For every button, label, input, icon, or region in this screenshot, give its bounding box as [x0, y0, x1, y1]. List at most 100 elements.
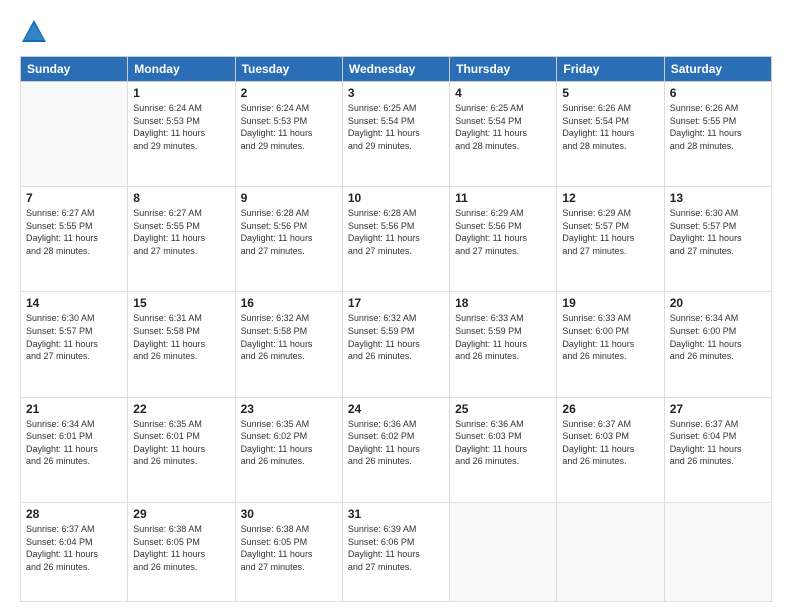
day-number: 10 [348, 191, 444, 205]
calendar-cell: 21 Sunrise: 6:34 AMSunset: 6:01 PMDayligh… [21, 397, 128, 502]
day-number: 3 [348, 86, 444, 100]
day-info: Sunrise: 6:30 AMSunset: 5:57 PMDaylight:… [26, 312, 122, 362]
day-number: 20 [670, 296, 766, 310]
day-number: 12 [562, 191, 658, 205]
calendar-cell: 7Sunrise: 6:27 AMSunset: 5:55 PMDaylight… [21, 187, 128, 292]
day-info: Sunrise: 6:33 AMSunset: 5:59 PMDaylight:… [455, 312, 551, 362]
weekday-header-thursday: Thursday [450, 57, 557, 82]
day-number: 5 [562, 86, 658, 100]
day-info: Sunrise: 6:33 AMSunset: 6:00 PMDaylight:… [562, 312, 658, 362]
day-number: 7 [26, 191, 122, 205]
day-info: Sunrise: 6:39 AMSunset: 6:06 PMDaylight:… [348, 523, 444, 573]
day-info: Sunrise: 6:24 AMSunset: 5:53 PMDaylight:… [133, 102, 229, 152]
calendar-cell: 2 Sunrise: 6:24 AMSunset: 5:53 PMDaylight… [235, 82, 342, 187]
day-info: Sunrise: 6:26 AMSunset: 5:54 PMDaylight:… [562, 102, 658, 152]
day-number: 14 [26, 296, 122, 310]
day-info: Sunrise: 6:37 AMSunset: 6:04 PMDaylight:… [670, 418, 766, 468]
calendar-cell: 14 Sunrise: 6:30 AMSunset: 5:57 PMDayligh… [21, 292, 128, 397]
day-info: Sunrise: 6:27 AMSunset: 5:55 PMDaylight:… [133, 207, 229, 257]
day-number: 29 [133, 507, 229, 521]
weekday-header-saturday: Saturday [664, 57, 771, 82]
day-number: 23 [241, 402, 337, 416]
day-info: Sunrise: 6:30 AMSunset: 5:57 PMDaylight:… [670, 207, 766, 257]
calendar-cell: 10 Sunrise: 6:28 AMSunset: 5:56 PMDayligh… [342, 187, 449, 292]
day-info: Sunrise: 6:35 AMSunset: 6:02 PMDaylight:… [241, 418, 337, 468]
weekday-header-monday: Monday [128, 57, 235, 82]
day-number: 31 [348, 507, 444, 521]
calendar-cell: 30 Sunrise: 6:38 AMSunset: 6:05 PMDayligh… [235, 502, 342, 601]
day-info: Sunrise: 6:26 AMSunset: 5:55 PMDaylight:… [670, 102, 766, 152]
day-number: 9 [241, 191, 337, 205]
calendar-cell: 19 Sunrise: 6:33 AMSunset: 6:00 PMDayligh… [557, 292, 664, 397]
day-info: Sunrise: 6:36 AMSunset: 6:02 PMDaylight:… [348, 418, 444, 468]
calendar-cell: 23 Sunrise: 6:35 AMSunset: 6:02 PMDayligh… [235, 397, 342, 502]
calendar-cell [557, 502, 664, 601]
day-number: 30 [241, 507, 337, 521]
calendar-cell [21, 82, 128, 187]
calendar-cell: 6 Sunrise: 6:26 AMSunset: 5:55 PMDaylight… [664, 82, 771, 187]
calendar-cell [450, 502, 557, 601]
day-number: 21 [26, 402, 122, 416]
day-info: Sunrise: 6:31 AMSunset: 5:58 PMDaylight:… [133, 312, 229, 362]
day-info: Sunrise: 6:29 AMSunset: 5:56 PMDaylight:… [455, 207, 551, 257]
day-info: Sunrise: 6:36 AMSunset: 6:03 PMDaylight:… [455, 418, 551, 468]
day-number: 17 [348, 296, 444, 310]
day-number: 2 [241, 86, 337, 100]
day-info: Sunrise: 6:29 AMSunset: 5:57 PMDaylight:… [562, 207, 658, 257]
calendar-cell: 31 Sunrise: 6:39 AMSunset: 6:06 PMDayligh… [342, 502, 449, 601]
calendar-cell: 29 Sunrise: 6:38 AMSunset: 6:05 PMDayligh… [128, 502, 235, 601]
day-info: Sunrise: 6:32 AMSunset: 5:58 PMDaylight:… [241, 312, 337, 362]
calendar-cell: 5 Sunrise: 6:26 AMSunset: 5:54 PMDaylight… [557, 82, 664, 187]
day-info: Sunrise: 6:38 AMSunset: 6:05 PMDaylight:… [133, 523, 229, 573]
day-info: Sunrise: 6:38 AMSunset: 6:05 PMDaylight:… [241, 523, 337, 573]
logo-icon [20, 18, 48, 46]
weekday-header-friday: Friday [557, 57, 664, 82]
day-number: 22 [133, 402, 229, 416]
day-number: 19 [562, 296, 658, 310]
calendar-cell: 28 Sunrise: 6:37 AMSunset: 6:04 PMDayligh… [21, 502, 128, 601]
weekday-header-tuesday: Tuesday [235, 57, 342, 82]
day-number: 25 [455, 402, 551, 416]
calendar-cell: 17 Sunrise: 6:32 AMSunset: 5:59 PMDayligh… [342, 292, 449, 397]
day-info: Sunrise: 6:34 AMSunset: 6:01 PMDaylight:… [26, 418, 122, 468]
calendar-cell: 8Sunrise: 6:27 AMSunset: 5:55 PMDaylight… [128, 187, 235, 292]
calendar-cell: 25 Sunrise: 6:36 AMSunset: 6:03 PMDayligh… [450, 397, 557, 502]
day-info: Sunrise: 6:32 AMSunset: 5:59 PMDaylight:… [348, 312, 444, 362]
calendar-cell: 26 Sunrise: 6:37 AMSunset: 6:03 PMDayligh… [557, 397, 664, 502]
calendar-cell: 4 Sunrise: 6:25 AMSunset: 5:54 PMDaylight… [450, 82, 557, 187]
calendar-cell: 20 Sunrise: 6:34 AMSunset: 6:00 PMDayligh… [664, 292, 771, 397]
day-number: 4 [455, 86, 551, 100]
header [20, 18, 772, 46]
calendar-cell: 27 Sunrise: 6:37 AMSunset: 6:04 PMDayligh… [664, 397, 771, 502]
calendar-cell: 9 Sunrise: 6:28 AMSunset: 5:56 PMDaylight… [235, 187, 342, 292]
day-info: Sunrise: 6:28 AMSunset: 5:56 PMDaylight:… [241, 207, 337, 257]
day-number: 27 [670, 402, 766, 416]
calendar-table: SundayMondayTuesdayWednesdayThursdayFrid… [20, 56, 772, 602]
page: SundayMondayTuesdayWednesdayThursdayFrid… [0, 0, 792, 612]
calendar-cell [664, 502, 771, 601]
calendar-cell: 1 Sunrise: 6:24 AMSunset: 5:53 PMDaylight… [128, 82, 235, 187]
day-info: Sunrise: 6:25 AMSunset: 5:54 PMDaylight:… [455, 102, 551, 152]
day-info: Sunrise: 6:24 AMSunset: 5:53 PMDaylight:… [241, 102, 337, 152]
day-info: Sunrise: 6:28 AMSunset: 5:56 PMDaylight:… [348, 207, 444, 257]
calendar-cell: 22Sunrise: 6:35 AMSunset: 6:01 PMDayligh… [128, 397, 235, 502]
day-number: 6 [670, 86, 766, 100]
day-number: 16 [241, 296, 337, 310]
day-number: 26 [562, 402, 658, 416]
weekday-header-sunday: Sunday [21, 57, 128, 82]
logo [20, 18, 52, 46]
day-number: 1 [133, 86, 229, 100]
calendar-cell: 24 Sunrise: 6:36 AMSunset: 6:02 PMDayligh… [342, 397, 449, 502]
day-number: 11 [455, 191, 551, 205]
day-info: Sunrise: 6:25 AMSunset: 5:54 PMDaylight:… [348, 102, 444, 152]
day-info: Sunrise: 6:34 AMSunset: 6:00 PMDaylight:… [670, 312, 766, 362]
day-info: Sunrise: 6:37 AMSunset: 6:04 PMDaylight:… [26, 523, 122, 573]
day-number: 24 [348, 402, 444, 416]
calendar-cell: 12 Sunrise: 6:29 AMSunset: 5:57 PMDayligh… [557, 187, 664, 292]
calendar-cell: 18Sunrise: 6:33 AMSunset: 5:59 PMDayligh… [450, 292, 557, 397]
day-number: 15 [133, 296, 229, 310]
weekday-header-wednesday: Wednesday [342, 57, 449, 82]
day-info: Sunrise: 6:37 AMSunset: 6:03 PMDaylight:… [562, 418, 658, 468]
day-number: 28 [26, 507, 122, 521]
day-number: 13 [670, 191, 766, 205]
